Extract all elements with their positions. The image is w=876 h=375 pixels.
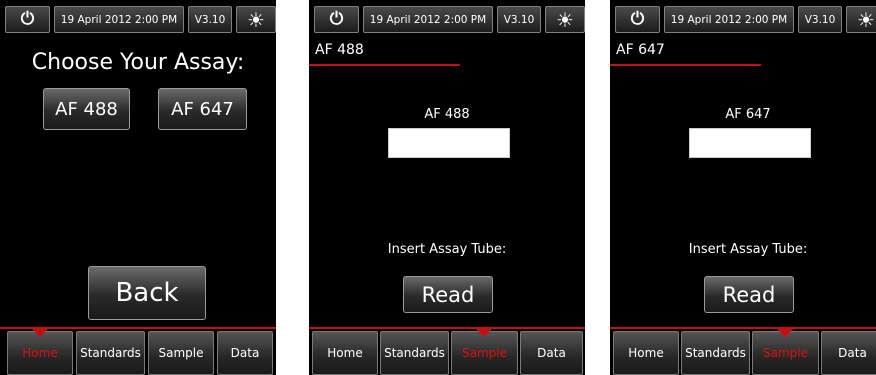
- tab-sample[interactable]: Sample: [752, 331, 819, 375]
- home-screen: ⏻ 19 April 2012 2:00 PM V3.10 ☀ Choose Y…: [0, 0, 276, 375]
- read-button[interactable]: Read: [704, 276, 794, 313]
- tab-sample[interactable]: Sample: [451, 331, 518, 375]
- bottom-nav: Home Standards Sample Data: [309, 327, 585, 375]
- bottom-nav: Home Standards Sample Data: [610, 327, 876, 375]
- active-tab-indicator: [475, 328, 493, 337]
- tab-data[interactable]: Data: [821, 331, 876, 375]
- insert-tube-label: Insert Assay Tube:: [387, 242, 507, 257]
- sun-icon: ☀: [857, 7, 875, 32]
- bottom-nav: Home Standards Sample Data: [0, 327, 276, 375]
- section-title: AF 647: [616, 42, 665, 58]
- read-button[interactable]: Read: [403, 276, 493, 313]
- active-tab-indicator: [776, 328, 794, 337]
- tab-home[interactable]: Home: [7, 331, 73, 375]
- tab-standards[interactable]: Standards: [681, 331, 750, 375]
- power-button[interactable]: ⏻: [5, 6, 50, 33]
- result-field[interactable]: [388, 128, 510, 158]
- page-title: Choose Your Assay:: [31, 50, 245, 75]
- insert-tube-label: Insert Assay Tube:: [688, 242, 808, 257]
- status-bar: ⏻ 19 April 2012 2:00 PM V3.10 ☀: [314, 6, 585, 33]
- version-display[interactable]: V3.10: [798, 6, 842, 33]
- tab-home[interactable]: Home: [613, 331, 679, 375]
- tab-standards[interactable]: Standards: [76, 331, 145, 375]
- tab-sample[interactable]: Sample: [148, 331, 214, 375]
- date-time-display[interactable]: 19 April 2012 2:00 PM: [363, 6, 493, 33]
- power-icon: ⏻: [630, 9, 645, 29]
- assay-label: AF 647: [725, 107, 771, 122]
- assay-af647-button[interactable]: AF 647: [158, 88, 247, 130]
- date-time-display[interactable]: 19 April 2012 2:00 PM: [54, 6, 184, 33]
- power-icon: ⏻: [20, 9, 35, 29]
- status-bar: ⏻ 19 April 2012 2:00 PM V3.10 ☀: [5, 6, 276, 33]
- brightness-button[interactable]: ☀: [846, 6, 876, 33]
- power-button[interactable]: ⏻: [314, 6, 359, 33]
- nav-divider: [610, 327, 876, 329]
- sun-icon: ☀: [556, 7, 574, 32]
- assay-af488-button[interactable]: AF 488: [43, 88, 130, 130]
- section-underline: [610, 64, 761, 66]
- sample-screen-af488: ⏻ 19 April 2012 2:00 PM V3.10 ☀ AF 488 A…: [309, 0, 585, 375]
- date-time-display[interactable]: 19 April 2012 2:00 PM: [664, 6, 794, 33]
- brightness-button[interactable]: ☀: [236, 6, 276, 33]
- result-field[interactable]: [689, 128, 811, 158]
- section-title: AF 488: [315, 42, 364, 58]
- sun-icon: ☀: [247, 7, 265, 32]
- brightness-button[interactable]: ☀: [545, 6, 585, 33]
- version-display[interactable]: V3.10: [188, 6, 232, 33]
- tab-home[interactable]: Home: [312, 331, 378, 375]
- sample-screen-af647: ⏻ 19 April 2012 2:00 PM V3.10 ☀ AF 647 A…: [610, 0, 876, 375]
- tab-data[interactable]: Data: [520, 331, 583, 375]
- power-icon: ⏻: [329, 9, 344, 29]
- version-display[interactable]: V3.10: [497, 6, 541, 33]
- back-button[interactable]: Back: [88, 266, 206, 320]
- power-button[interactable]: ⏻: [615, 6, 660, 33]
- assay-label: AF 488: [424, 107, 470, 122]
- section-underline: [309, 64, 460, 66]
- tab-standards[interactable]: Standards: [380, 331, 449, 375]
- status-bar: ⏻ 19 April 2012 2:00 PM V3.10 ☀: [615, 6, 876, 33]
- active-tab-indicator: [31, 328, 49, 337]
- tab-data[interactable]: Data: [217, 331, 273, 375]
- nav-divider: [309, 327, 585, 329]
